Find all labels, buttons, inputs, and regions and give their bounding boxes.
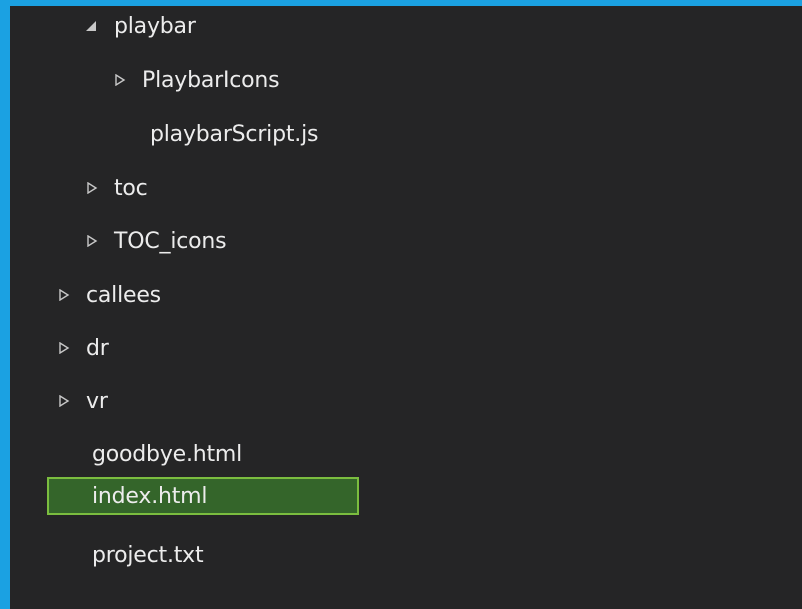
collapsed-triangle-icon[interactable] [56,340,72,356]
tree-item-project-txt[interactable]: project.txt [10,537,802,573]
tree-item-label: playbar [114,13,196,39]
tree-item-label: vr [86,388,108,414]
collapsed-triangle-icon[interactable] [56,393,72,409]
collapsed-triangle-icon[interactable] [56,287,72,303]
tree-item-label: index.html [92,483,208,509]
tree-item-dr[interactable]: dr [10,330,802,366]
tree-item-label: TOC_icons [114,228,227,254]
tree-item-vr[interactable]: vr [10,383,802,419]
tree-item-label: toc [114,175,148,201]
collapsed-triangle-icon[interactable] [112,72,128,88]
tree-item-callees[interactable]: callees [10,277,802,313]
tree-item-label: goodbye.html [92,441,243,467]
tree-item-label: playbarScript.js [150,121,319,147]
collapsed-triangle-icon[interactable] [84,233,100,249]
tree-item-label: project.txt [92,542,204,568]
tree-item-toc[interactable]: toc [10,170,802,206]
tree-item-label: callees [86,282,161,308]
tree-item-index-html[interactable]: index.html [10,478,802,514]
tree-item-playbarscript-js[interactable]: playbarScript.js [10,116,802,152]
tree-item-goodbye-html[interactable]: goodbye.html [10,436,802,472]
tree-item-label: PlaybarIcons [142,67,280,93]
expanded-triangle-icon[interactable] [84,18,100,34]
tree-item-playbaricons[interactable]: PlaybarIcons [10,62,802,98]
collapsed-triangle-icon[interactable] [84,180,100,196]
tree-item-playbar[interactable]: playbar [10,8,802,44]
tree-item-toc-icons[interactable]: TOC_icons [10,223,802,259]
tree-item-label: dr [86,335,109,361]
file-explorer-panel: playbar PlaybarIcons playbarScript.js to… [10,6,802,609]
